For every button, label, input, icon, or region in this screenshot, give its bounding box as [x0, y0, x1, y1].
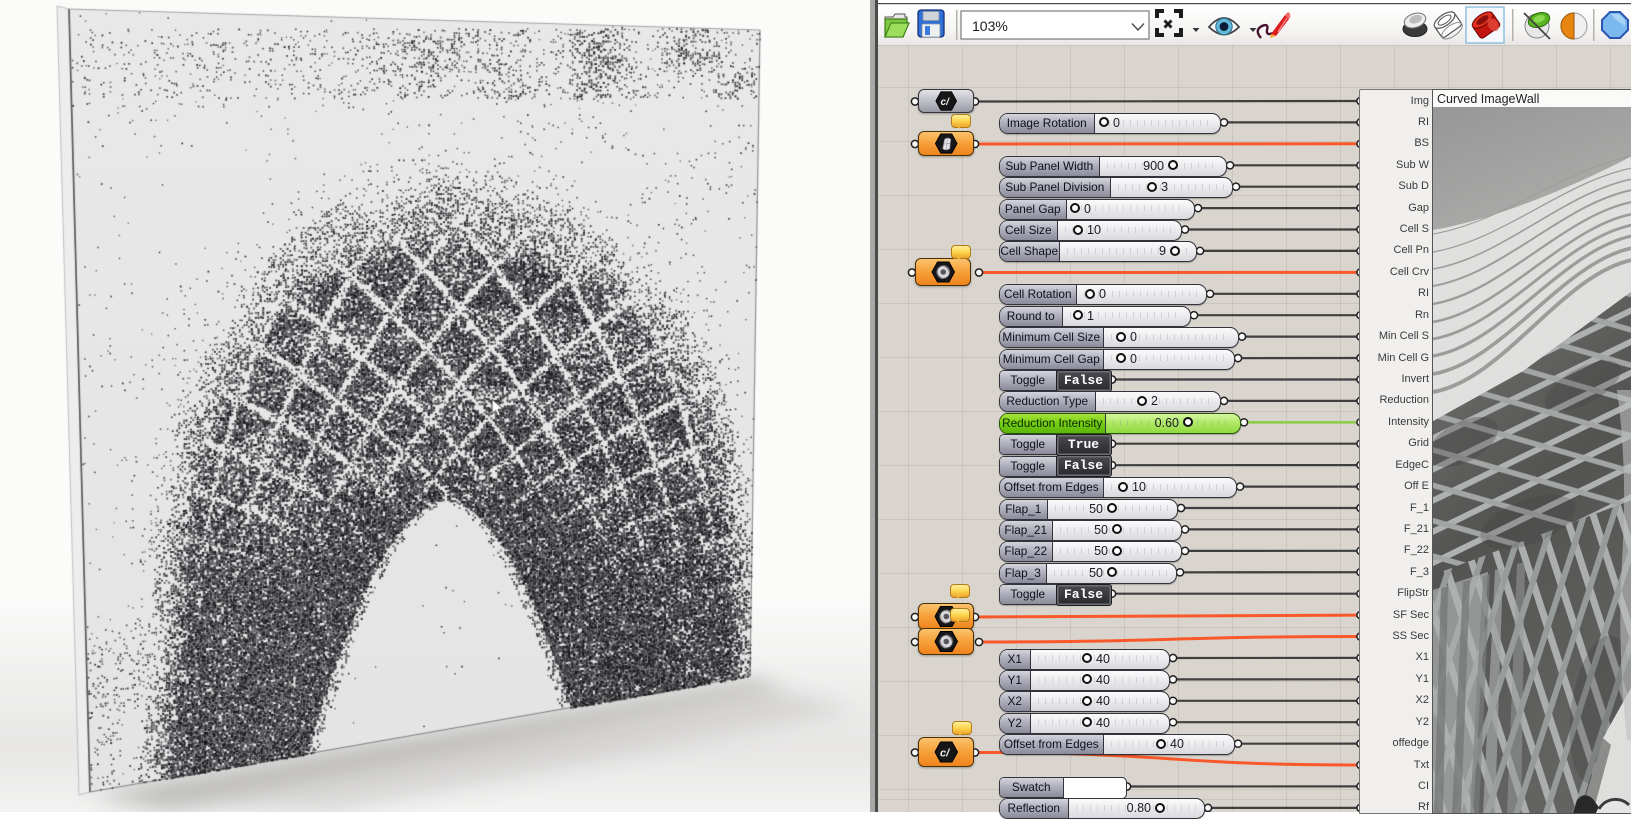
svg-text:Curved ImageWall: Curved ImageWall: [1437, 92, 1539, 106]
svg-text:c/: c/: [941, 97, 951, 108]
svg-text:103%: 103%: [972, 18, 1008, 34]
